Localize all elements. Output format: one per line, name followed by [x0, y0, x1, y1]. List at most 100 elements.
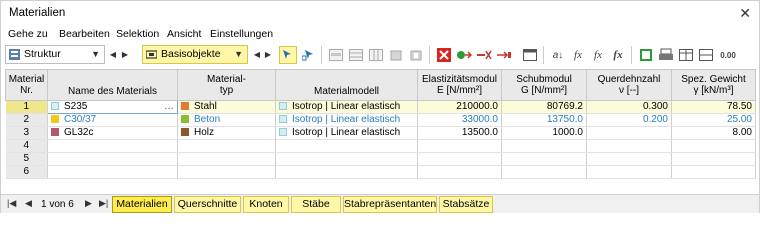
- empty-cell[interactable]: [275, 165, 418, 179]
- tab-querschnitte[interactable]: Querschnitte: [174, 196, 241, 213]
- g-modulus-cell[interactable]: 80769.2: [501, 100, 587, 114]
- empty-cell[interactable]: [177, 165, 276, 179]
- window-icon[interactable]: [521, 46, 539, 64]
- empty-cell[interactable]: [671, 139, 756, 153]
- empty-cell[interactable]: [47, 165, 178, 179]
- material-name-cell[interactable]: GL32c: [47, 126, 178, 140]
- poisson-cell[interactable]: 0.300: [586, 100, 672, 114]
- more-icon[interactable]: …: [164, 102, 174, 113]
- material-type-cell[interactable]: Holz: [177, 126, 276, 140]
- tab-materialien[interactable]: Materialien: [112, 196, 172, 213]
- select-icon[interactable]: [279, 46, 297, 64]
- table-icon[interactable]: [347, 46, 365, 64]
- sort-icon[interactable]: a↓: [549, 46, 567, 64]
- tab-stabsaetze[interactable]: Stabsätze: [439, 196, 493, 213]
- table-row[interactable]: 4: [5, 139, 756, 153]
- close-icon[interactable]: ✕: [739, 5, 751, 22]
- last-page-icon[interactable]: ▶|: [99, 198, 108, 209]
- select-multiple-icon[interactable]: [299, 46, 317, 64]
- material-model-cell[interactable]: Isotrop | Linear elastisch: [275, 100, 418, 114]
- tab-staebe[interactable]: Stäbe: [291, 196, 341, 213]
- material-name-cell[interactable]: C30/37: [47, 113, 178, 127]
- tab-knoten[interactable]: Knoten: [243, 196, 289, 213]
- menu-selection[interactable]: Selektion: [116, 28, 159, 40]
- next-icon[interactable]: ▶: [263, 46, 273, 63]
- next-icon[interactable]: ▶: [120, 46, 130, 63]
- insert-row-icon[interactable]: [327, 46, 345, 64]
- empty-cell[interactable]: [671, 165, 756, 179]
- weight-cell[interactable]: 8.00: [671, 126, 756, 140]
- header-material-model[interactable]: Materialmodell: [275, 69, 418, 101]
- empty-cell[interactable]: [47, 152, 178, 166]
- table-row[interactable]: 6: [5, 165, 756, 179]
- export-icon[interactable]: [637, 46, 655, 64]
- menu-edit[interactable]: Bearbeiten: [59, 28, 110, 40]
- empty-cell[interactable]: [417, 165, 502, 179]
- next-page-icon[interactable]: ▶: [85, 198, 92, 209]
- formula-icon[interactable]: fx: [589, 46, 607, 64]
- g-modulus-cell[interactable]: 13750.0: [501, 113, 587, 127]
- material-type-cell[interactable]: Stahl: [177, 100, 276, 114]
- header-poisson-ratio[interactable]: Querdehnzahl ν [--]: [586, 69, 672, 101]
- first-page-icon[interactable]: |◀: [7, 198, 16, 209]
- menu-view[interactable]: Ansicht: [167, 28, 201, 40]
- function-icon[interactable]: fx: [569, 46, 587, 64]
- table-row[interactable]: 3 GL32c Holz Isotrop | Linear elastisch …: [5, 126, 756, 140]
- print-icon[interactable]: [657, 46, 675, 64]
- weight-cell[interactable]: 78.50: [671, 100, 756, 114]
- columns-icon[interactable]: [367, 46, 385, 64]
- empty-cell[interactable]: [586, 165, 672, 179]
- formula-edit-icon[interactable]: fx: [609, 46, 627, 64]
- e-modulus-cell[interactable]: 13500.0: [417, 126, 502, 140]
- poisson-cell[interactable]: 0.200: [586, 113, 672, 127]
- empty-cell[interactable]: [275, 152, 418, 166]
- empty-cell[interactable]: [671, 152, 756, 166]
- empty-cell[interactable]: [275, 139, 418, 153]
- assign-green-icon[interactable]: [455, 46, 473, 64]
- empty-cell[interactable]: [586, 139, 672, 153]
- delete-icon[interactable]: [435, 46, 453, 64]
- e-modulus-cell[interactable]: 210000.0: [417, 100, 502, 114]
- material-type-cell[interactable]: Beton: [177, 113, 276, 127]
- prev-icon[interactable]: ◀: [108, 46, 118, 63]
- header-shear-modulus[interactable]: Schubmodul G [N/mm²]: [501, 69, 587, 101]
- header-material-type[interactable]: Material-typ: [177, 69, 276, 101]
- tab-stabrepraesentanten[interactable]: Stabrepräsentanten: [343, 196, 437, 213]
- settings-table-icon[interactable]: [697, 46, 715, 64]
- paste-row-icon[interactable]: [407, 46, 425, 64]
- e-modulus-cell[interactable]: 33000.0: [417, 113, 502, 127]
- empty-cell[interactable]: [501, 165, 587, 179]
- weight-cell[interactable]: 25.00: [671, 113, 756, 127]
- empty-cell[interactable]: [177, 139, 276, 153]
- remove-red-icon[interactable]: [475, 46, 493, 64]
- menu-settings[interactable]: Einstellungen: [210, 28, 273, 40]
- object-type-combo[interactable]: Basisobjekte ▼: [142, 45, 248, 64]
- header-specific-weight[interactable]: Spez. Gewicht γ [kN/m³]: [671, 69, 756, 101]
- table-row[interactable]: 2 C30/37 Beton Isotrop | Linear elastisc…: [5, 113, 756, 127]
- table-row[interactable]: 5: [5, 152, 756, 166]
- copy-row-icon[interactable]: [387, 46, 405, 64]
- material-model-cell[interactable]: Isotrop | Linear elastisch: [275, 126, 418, 140]
- arrow-red-icon[interactable]: [495, 46, 513, 64]
- material-model-cell[interactable]: Isotrop | Linear elastisch: [275, 113, 418, 127]
- header-material-nr[interactable]: Material Nr.: [5, 69, 48, 101]
- prev-icon[interactable]: ◀: [252, 46, 262, 63]
- empty-cell[interactable]: [47, 139, 178, 153]
- g-modulus-cell[interactable]: 1000.0: [501, 126, 587, 140]
- empty-cell[interactable]: [177, 152, 276, 166]
- prev-page-icon[interactable]: ◀: [25, 198, 32, 209]
- menu-goto[interactable]: Gehe zu: [8, 28, 48, 40]
- empty-cell[interactable]: [501, 139, 587, 153]
- poisson-cell[interactable]: [586, 126, 672, 140]
- empty-cell[interactable]: [417, 152, 502, 166]
- empty-cell[interactable]: [501, 152, 587, 166]
- header-material-name[interactable]: Name des Materials: [47, 69, 178, 101]
- grid-icon[interactable]: [677, 46, 695, 64]
- header-elastic-modulus[interactable]: Elastizitätsmodul E [N/mm²]: [417, 69, 502, 101]
- material-name-cell[interactable]: S235…: [47, 100, 178, 114]
- empty-cell[interactable]: [417, 139, 502, 153]
- table-row[interactable]: 1 S235… Stahl Isotrop | Linear elastisch…: [5, 100, 756, 114]
- structure-combo[interactable]: Struktur ▼: [5, 45, 105, 64]
- decimal-places-icon[interactable]: 0.00: [717, 46, 739, 64]
- empty-cell[interactable]: [586, 152, 672, 166]
